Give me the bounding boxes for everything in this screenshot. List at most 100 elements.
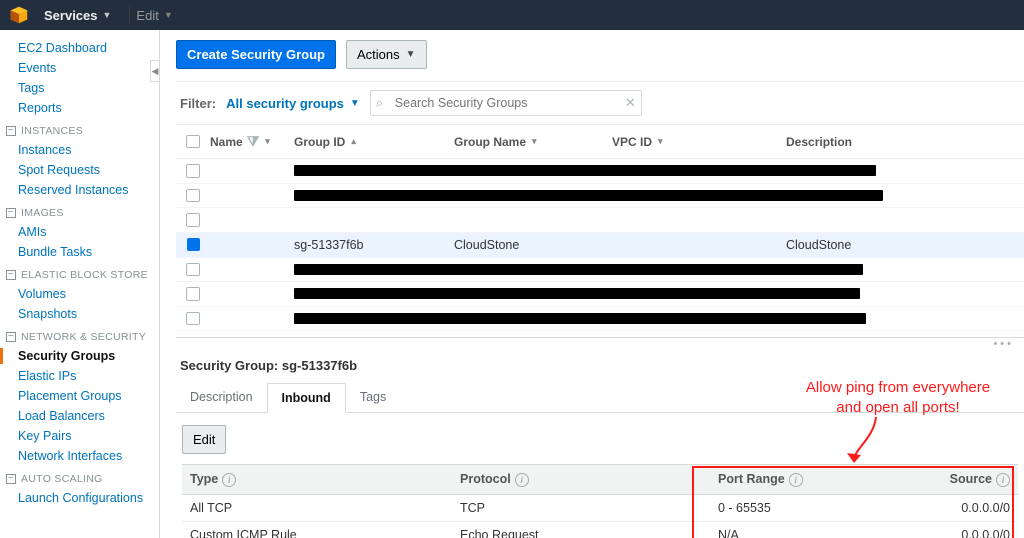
row-checkbox[interactable]: [186, 312, 200, 326]
search-input[interactable]: [370, 90, 642, 116]
col-vpcid-label[interactable]: VPC ID: [612, 135, 652, 149]
annotation-text: Allow ping from everywhereand open all p…: [778, 378, 1018, 419]
row-checkbox[interactable]: [187, 238, 200, 251]
sidebar-item[interactable]: Security Groups: [0, 346, 159, 366]
collapse-icon: −: [6, 126, 16, 136]
filter-icon[interactable]: ⧩: [247, 133, 260, 150]
sidebar-item[interactable]: Spot Requests: [0, 160, 159, 180]
rule-source: 0.0.0.0/0: [940, 522, 1018, 538]
table-row[interactable]: sg-51337f6bCloudStoneCloudStone: [176, 233, 1024, 258]
row-checkbox[interactable]: [186, 263, 200, 277]
row-checkbox[interactable]: [186, 164, 200, 178]
col-groupname-label[interactable]: Group Name: [454, 135, 526, 149]
sidebar-category[interactable]: −AUTO SCALING: [0, 466, 159, 488]
row-checkbox[interactable]: [186, 287, 200, 301]
tab-inbound[interactable]: Inbound: [267, 383, 346, 413]
rule-row: Custom ICMP RuleEcho RequestN/A0.0.0.0/0: [182, 522, 1018, 538]
col-name-label[interactable]: Name: [210, 135, 243, 149]
tab-description[interactable]: Description: [176, 383, 267, 412]
table-body: sg-51337f6bCloudStoneCloudStone: [176, 159, 1024, 331]
services-label: Services: [44, 8, 98, 23]
sort-caret-icon[interactable]: ▾: [265, 136, 270, 147]
aws-logo[interactable]: [8, 4, 30, 26]
category-label: ELASTIC BLOCK STORE: [21, 269, 148, 281]
col-description-label[interactable]: Description: [786, 135, 852, 149]
services-menu[interactable]: Services ▼: [44, 8, 111, 23]
info-icon[interactable]: i: [996, 473, 1010, 487]
actions-menu-button[interactable]: Actions ▼: [346, 40, 427, 69]
rule-port-range: 0 - 65535: [710, 495, 940, 522]
sidebar-category[interactable]: −INSTANCES: [0, 118, 159, 140]
sidebar-category[interactable]: −ELASTIC BLOCK STORE: [0, 262, 159, 284]
sidebar-item[interactable]: Reports: [0, 98, 159, 118]
rule-source: 0.0.0.0/0: [940, 495, 1018, 522]
rule-type: All TCP: [182, 495, 452, 522]
sidebar-item[interactable]: Bundle Tasks: [0, 242, 159, 262]
rule-protocol: TCP: [452, 495, 710, 522]
tab-content-inbound: Edit Typei Protocoli Port Rangei Sourcei…: [176, 413, 1024, 538]
rules-col-protocol: Protocol: [460, 472, 511, 486]
rules-col-portrange: Port Range: [718, 472, 785, 486]
sidebar-item[interactable]: Load Balancers: [0, 406, 159, 426]
rules-table: Typei Protocoli Port Rangei Sourcei All …: [182, 464, 1018, 538]
category-label: IMAGES: [21, 207, 64, 219]
row-checkbox[interactable]: [186, 189, 200, 203]
tab-tags[interactable]: Tags: [346, 383, 400, 412]
col-groupid-label[interactable]: Group ID: [294, 135, 345, 149]
sidebar-item[interactable]: Events: [0, 58, 159, 78]
sidebar-category[interactable]: −IMAGES: [0, 200, 159, 222]
table-row[interactable]: [176, 184, 1024, 209]
table-row[interactable]: [176, 258, 1024, 283]
rule-protocol: Echo Request: [452, 522, 710, 538]
collapse-icon: −: [6, 332, 16, 342]
redacted-content: [294, 190, 883, 201]
info-icon[interactable]: i: [222, 473, 236, 487]
sidebar-item[interactable]: Snapshots: [0, 304, 159, 324]
info-icon[interactable]: i: [515, 473, 529, 487]
detail-title-value: sg-51337f6b: [282, 358, 357, 373]
info-icon[interactable]: i: [789, 473, 803, 487]
cell-group-name: CloudStone: [454, 238, 612, 252]
select-all-checkbox[interactable]: [186, 135, 200, 149]
sidebar-item[interactable]: EC2 Dashboard: [0, 38, 159, 58]
sidebar-item[interactable]: Network Interfaces: [0, 446, 159, 466]
table-row[interactable]: [176, 159, 1024, 184]
table-row[interactable]: [176, 307, 1024, 332]
edit-label: Edit: [136, 8, 158, 23]
redacted-content: [294, 288, 860, 299]
sidebar-item[interactable]: Tags: [0, 78, 159, 98]
filter-value: All security groups: [226, 96, 344, 111]
sidebar-item[interactable]: Volumes: [0, 284, 159, 304]
sort-caret-icon[interactable]: ▾: [532, 136, 537, 147]
sidebar-item[interactable]: AMIs: [0, 222, 159, 242]
detail-title-prefix: Security Group:: [180, 358, 278, 373]
sidebar-item[interactable]: Launch Configurations: [0, 488, 159, 508]
sidebar-category[interactable]: −NETWORK & SECURITY: [0, 324, 159, 346]
sidebar-item[interactable]: Key Pairs: [0, 426, 159, 446]
row-checkbox[interactable]: [186, 213, 200, 227]
sidebar-collapse[interactable]: ◀: [150, 60, 160, 82]
rule-type: Custom ICMP Rule: [182, 522, 452, 538]
edit-menu[interactable]: Edit ▼: [136, 8, 172, 23]
split-handle[interactable]: •••: [176, 337, 1024, 350]
caret-down-icon: ▼: [103, 10, 112, 20]
rule-port-range: N/A: [710, 522, 940, 538]
sidebar-item[interactable]: Reserved Instances: [0, 180, 159, 200]
sidebar-item[interactable]: Elastic IPs: [0, 366, 159, 386]
edit-rules-button[interactable]: Edit: [182, 425, 226, 454]
sidebar-item[interactable]: Placement Groups: [0, 386, 159, 406]
table-row[interactable]: [176, 282, 1024, 307]
filter-dropdown[interactable]: All security groups ▼: [226, 96, 360, 111]
create-security-group-button[interactable]: Create Security Group: [176, 40, 336, 69]
main-panel: Create Security Group Actions ▼ Filter: …: [160, 30, 1024, 538]
sort-asc-icon[interactable]: ▴: [351, 136, 356, 147]
sidebar-item[interactable]: Instances: [0, 140, 159, 160]
sidebar: ◀ EC2 DashboardEventsTagsReports −INSTAN…: [0, 30, 160, 538]
actions-label: Actions: [357, 47, 400, 62]
search-icon: ⌕: [376, 95, 383, 111]
table-row[interactable]: [176, 208, 1024, 233]
annotation-arrow: [844, 415, 884, 465]
clear-search-icon[interactable]: ✕: [625, 95, 636, 111]
sort-caret-icon[interactable]: ▾: [658, 136, 663, 147]
collapse-icon: −: [6, 270, 16, 280]
